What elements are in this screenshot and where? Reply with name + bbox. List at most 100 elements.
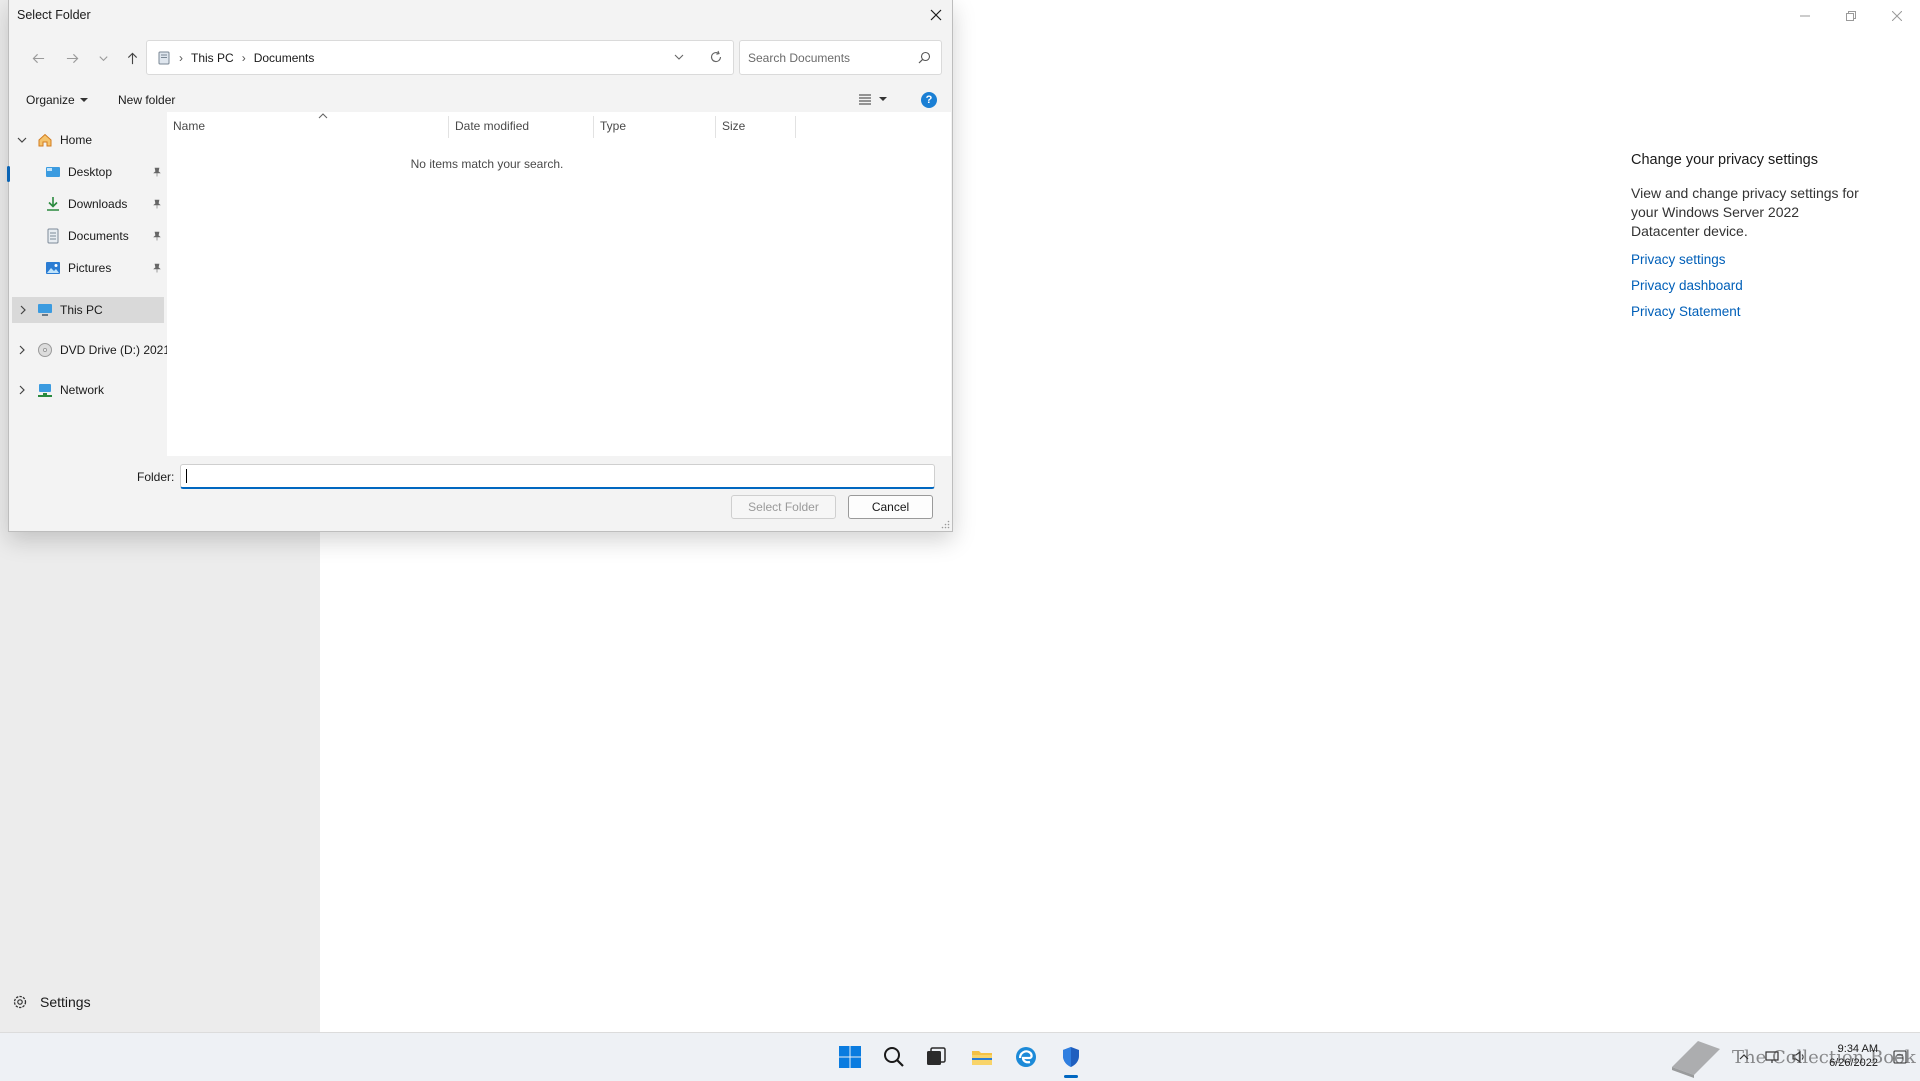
- privacy-settings-link[interactable]: Privacy settings: [1631, 251, 1871, 268]
- address-row: › This PC › Documents Search Documents: [9, 40, 952, 76]
- privacy-dashboard-link[interactable]: Privacy dashboard: [1631, 277, 1871, 294]
- search-icon: [884, 1047, 904, 1067]
- breadcrumb-this-pc[interactable]: This PC: [191, 51, 234, 65]
- nav-item-pictures[interactable]: Pictures: [9, 255, 167, 281]
- refresh-icon[interactable]: [709, 50, 723, 64]
- nav-item-network[interactable]: Network: [9, 377, 167, 403]
- column-header-label: Date modified: [455, 119, 530, 133]
- active-app-indicator: [1064, 1075, 1078, 1078]
- watermark-text: The Collection Book: [1732, 1047, 1916, 1068]
- defender-button[interactable]: [1057, 1043, 1085, 1071]
- chevron-right-icon[interactable]: [18, 305, 28, 315]
- breadcrumb-separator-icon: ›: [241, 50, 246, 65]
- caret-down-icon: [879, 97, 887, 101]
- column-header-type[interactable]: Type: [594, 112, 714, 140]
- nav-label: This PC: [60, 303, 103, 317]
- chevron-down-icon: [98, 55, 108, 61]
- column-divider[interactable]: [795, 116, 796, 138]
- settings-caption-buttons: [1782, 0, 1920, 32]
- nav-label: Documents: [68, 229, 129, 243]
- nav-label: Desktop: [68, 165, 113, 179]
- network-status-icon[interactable]: [1764, 1049, 1780, 1065]
- column-header-size[interactable]: Size: [716, 112, 794, 140]
- nav-label: Home: [60, 133, 93, 147]
- gear-icon: [13, 995, 27, 1009]
- notification-icon[interactable]: [1892, 1049, 1908, 1065]
- nav-item-desktop[interactable]: Desktop: [9, 159, 167, 185]
- file-explorer-button[interactable]: [968, 1043, 996, 1071]
- restore-icon: [1846, 11, 1856, 21]
- chevron-down-icon[interactable]: [673, 51, 685, 63]
- nav-item-home[interactable]: Home: [9, 127, 167, 153]
- computer-icon: [158, 51, 170, 64]
- recent-locations-button[interactable]: [93, 48, 113, 68]
- privacy-description: View and change privacy settings for you…: [1631, 185, 1859, 239]
- nav-item-downloads[interactable]: Downloads: [9, 191, 167, 217]
- clock-date: 6/26/2022: [1829, 1057, 1878, 1069]
- chevron-up-icon[interactable]: [1738, 1051, 1750, 1063]
- organize-menu[interactable]: Organize: [26, 93, 88, 107]
- nav-label: Downloads: [68, 197, 128, 211]
- close-icon: [930, 9, 942, 21]
- download-icon: [47, 197, 59, 211]
- select-folder-dialog: Select Folder › This PC › Documents Sear…: [7, 0, 953, 532]
- privacy-panel: Change your privacy settings View and ch…: [1631, 152, 1871, 329]
- back-button[interactable]: [28, 48, 48, 68]
- settings-nav-link[interactable]: Settings: [12, 994, 91, 1010]
- cancel-button[interactable]: Cancel: [848, 495, 933, 519]
- text-cursor: [186, 469, 187, 483]
- nav-item-dvd-drive[interactable]: DVD Drive (D:) 20210: [9, 337, 167, 363]
- network-icon: [38, 384, 52, 397]
- nav-item-documents[interactable]: Documents: [9, 223, 167, 249]
- address-bar[interactable]: › This PC › Documents: [146, 40, 734, 75]
- privacy-heading: Change your privacy settings: [1631, 152, 1818, 168]
- breadcrumb-separator-icon: ›: [179, 50, 183, 65]
- book-icon: [1672, 1041, 1720, 1078]
- document-icon: [47, 228, 59, 244]
- privacy-statement-link[interactable]: Privacy Statement: [1631, 303, 1871, 320]
- folder-label: Folder:: [137, 470, 175, 484]
- minimize-icon: [1800, 15, 1810, 17]
- forward-button[interactable]: [62, 48, 82, 68]
- column-header-label: Name: [173, 119, 206, 133]
- task-view-button[interactable]: [922, 1043, 950, 1071]
- search-box[interactable]: Search Documents: [739, 40, 942, 75]
- edge-button[interactable]: [1012, 1043, 1040, 1071]
- start-button[interactable]: [836, 1043, 864, 1071]
- resize-grip-icon[interactable]: [940, 519, 950, 529]
- taskbar: The Collection Book 9:34 AM 6/26/2022: [0, 1032, 1920, 1081]
- nav-label: DVD Drive (D:) 20210: [60, 343, 167, 357]
- breadcrumb-documents[interactable]: Documents: [254, 51, 315, 65]
- volume-icon[interactable]: [1791, 1049, 1807, 1065]
- arrow-up-icon: [127, 52, 137, 64]
- help-button[interactable]: ?: [921, 92, 937, 108]
- new-folder-button[interactable]: New folder: [118, 93, 175, 107]
- restore-button[interactable]: [1828, 0, 1874, 32]
- search-icon: [918, 51, 931, 64]
- computer-icon: [38, 304, 52, 316]
- file-list-pane: Name Date modified Type Size No items ma…: [167, 112, 951, 456]
- search-placeholder: Search Documents: [748, 51, 851, 65]
- chevron-right-icon[interactable]: [17, 385, 27, 395]
- taskbar-search-button[interactable]: [880, 1043, 908, 1071]
- organize-label: Organize: [26, 93, 75, 107]
- select-folder-button[interactable]: Select Folder: [731, 495, 836, 519]
- dialog-footer: Folder: Select Folder Cancel: [9, 456, 952, 531]
- minimize-button[interactable]: [1782, 0, 1828, 32]
- desktop-icon: [46, 167, 60, 177]
- column-header-date-modified[interactable]: Date modified: [449, 112, 592, 140]
- close-settings-button[interactable]: [1874, 0, 1920, 32]
- dialog-titlebar: Select Folder: [9, 0, 952, 30]
- dialog-close-button[interactable]: [920, 0, 952, 30]
- pin-icon: [153, 167, 161, 177]
- chevron-right-icon[interactable]: [17, 345, 27, 355]
- clock[interactable]: 9:34 AM 6/26/2022: [1829, 1042, 1878, 1070]
- nav-item-this-pc[interactable]: This PC: [12, 297, 164, 323]
- column-header-name[interactable]: Name: [167, 112, 447, 140]
- list-view-icon: [859, 94, 871, 105]
- chevron-down-icon[interactable]: [17, 135, 27, 145]
- up-button[interactable]: [122, 48, 142, 68]
- pin-icon: [153, 199, 161, 209]
- view-options-button[interactable]: [859, 93, 887, 105]
- settings-label: Settings: [40, 994, 91, 1010]
